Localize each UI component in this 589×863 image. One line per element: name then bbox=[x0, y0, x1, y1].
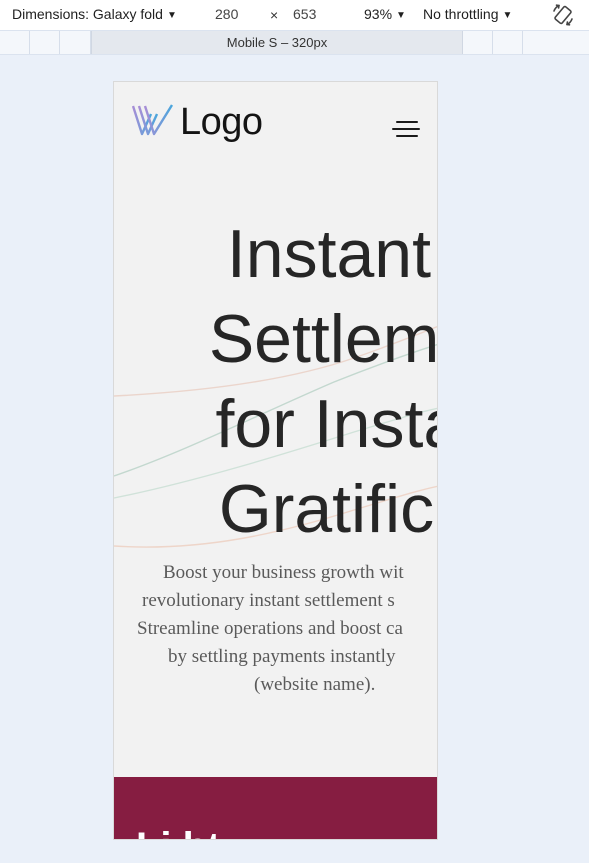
device-toolbar: Dimensions: Galaxy fold ▼ 280 × 653 93% ▼ … bbox=[0, 0, 589, 31]
section-heading: Li ht bbox=[136, 825, 220, 839]
hero-title-line: Settlemen bbox=[208, 301, 438, 377]
highlight-section: Li ht bbox=[114, 777, 437, 839]
hero-description-line: Boost your business growth wit bbox=[163, 562, 404, 583]
hero-title: Instant Settlemen for Instan Gratificati bbox=[114, 212, 438, 552]
zoom-label: 93% bbox=[364, 6, 393, 22]
rotate-device-button[interactable] bbox=[550, 2, 576, 28]
menu-line bbox=[396, 121, 418, 123]
dimensions-label: Dimensions: Galaxy fold bbox=[12, 6, 163, 22]
hero-description-line: Streamline operations and boost ca bbox=[137, 618, 403, 639]
rotate-device-icon bbox=[553, 4, 573, 26]
hero-title-line: Instant bbox=[226, 216, 431, 292]
width-input[interactable]: 280 bbox=[215, 6, 238, 22]
device-viewport: Logo Instant Settlemen for Instan Gratif… bbox=[113, 81, 438, 840]
chevron-down-icon: ▼ bbox=[502, 10, 513, 21]
height-input[interactable]: 653 bbox=[293, 6, 316, 22]
media-query-segment[interactable] bbox=[30, 31, 60, 54]
media-query-segment[interactable] bbox=[523, 31, 589, 54]
media-query-bar: Mobile S – 320px bbox=[0, 31, 589, 55]
throttling-label: No throttling bbox=[423, 6, 499, 22]
hero-description-line: by settling payments instantly bbox=[168, 646, 396, 667]
w-logo-icon bbox=[132, 104, 174, 136]
media-query-segment[interactable] bbox=[462, 31, 493, 54]
hero-description-line: (website name). bbox=[254, 674, 376, 695]
hamburger-menu-button[interactable] bbox=[392, 121, 422, 143]
logo-text[interactable]: Logo bbox=[180, 100, 263, 144]
media-query-segment[interactable] bbox=[493, 31, 523, 54]
chevron-down-icon: ▼ bbox=[166, 10, 177, 21]
throttling-dropdown[interactable]: No throttling ▼ bbox=[423, 6, 512, 24]
media-query-segment[interactable] bbox=[60, 31, 91, 54]
hero-description: Boost your business growth wit revolutio… bbox=[114, 559, 437, 699]
menu-line bbox=[392, 128, 420, 130]
menu-line bbox=[396, 135, 418, 137]
chevron-down-icon: ▼ bbox=[396, 10, 406, 21]
zoom-dropdown[interactable]: 93% ▼ bbox=[364, 6, 406, 24]
media-query-segment[interactable] bbox=[0, 31, 30, 54]
hero-description-line: revolutionary instant settlement s bbox=[142, 590, 395, 611]
hero-title-line: for Instan bbox=[215, 386, 438, 462]
media-query-mobile-s[interactable]: Mobile S – 320px bbox=[91, 31, 463, 54]
dimensions-dropdown[interactable]: Dimensions: Galaxy fold ▼ bbox=[12, 6, 177, 24]
times-icon: × bbox=[270, 7, 279, 23]
hero-title-line: Gratificati bbox=[218, 471, 437, 547]
